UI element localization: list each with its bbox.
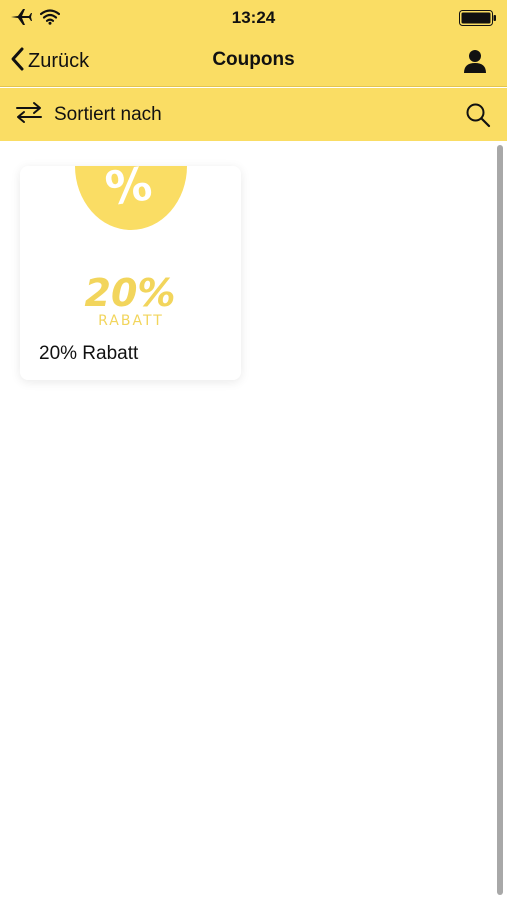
- scrollbar[interactable]: [497, 145, 503, 895]
- coupon-image-label: RABATT: [98, 313, 164, 329]
- navigation-bar: Zurück Coupons: [0, 36, 507, 87]
- search-button[interactable]: [465, 102, 491, 128]
- battery-icon: [459, 10, 497, 31]
- back-label: Zurück: [28, 49, 90, 72]
- coupon-image: % 20% RABATT: [20, 166, 241, 336]
- search-icon: [465, 103, 491, 132]
- profile-button[interactable]: [461, 48, 489, 76]
- sort-bar: Sortiert nach: [0, 88, 507, 141]
- status-time: 13:24: [231, 8, 276, 27]
- back-button[interactable]: Zurück: [10, 46, 89, 76]
- coupon-image-percent: 20%: [85, 271, 176, 315]
- coupon-card[interactable]: % 20% RABATT 20% Rabatt: [20, 166, 241, 380]
- sort-label: Sortiert nach: [54, 103, 162, 125]
- user-icon: [461, 50, 489, 80]
- coupon-title: 20% Rabatt: [39, 343, 139, 364]
- chevron-left-icon: [10, 46, 26, 77]
- top-header: 13:24 Zurück Coupons: [0, 0, 507, 87]
- coupon-list: % 20% RABATT 20% Rabatt: [0, 141, 507, 900]
- svg-text:%: %: [102, 166, 155, 216]
- swap-arrows-icon: [14, 100, 44, 129]
- status-bar: 13:24: [0, 0, 507, 36]
- sort-button[interactable]: Sortiert nach: [14, 100, 162, 129]
